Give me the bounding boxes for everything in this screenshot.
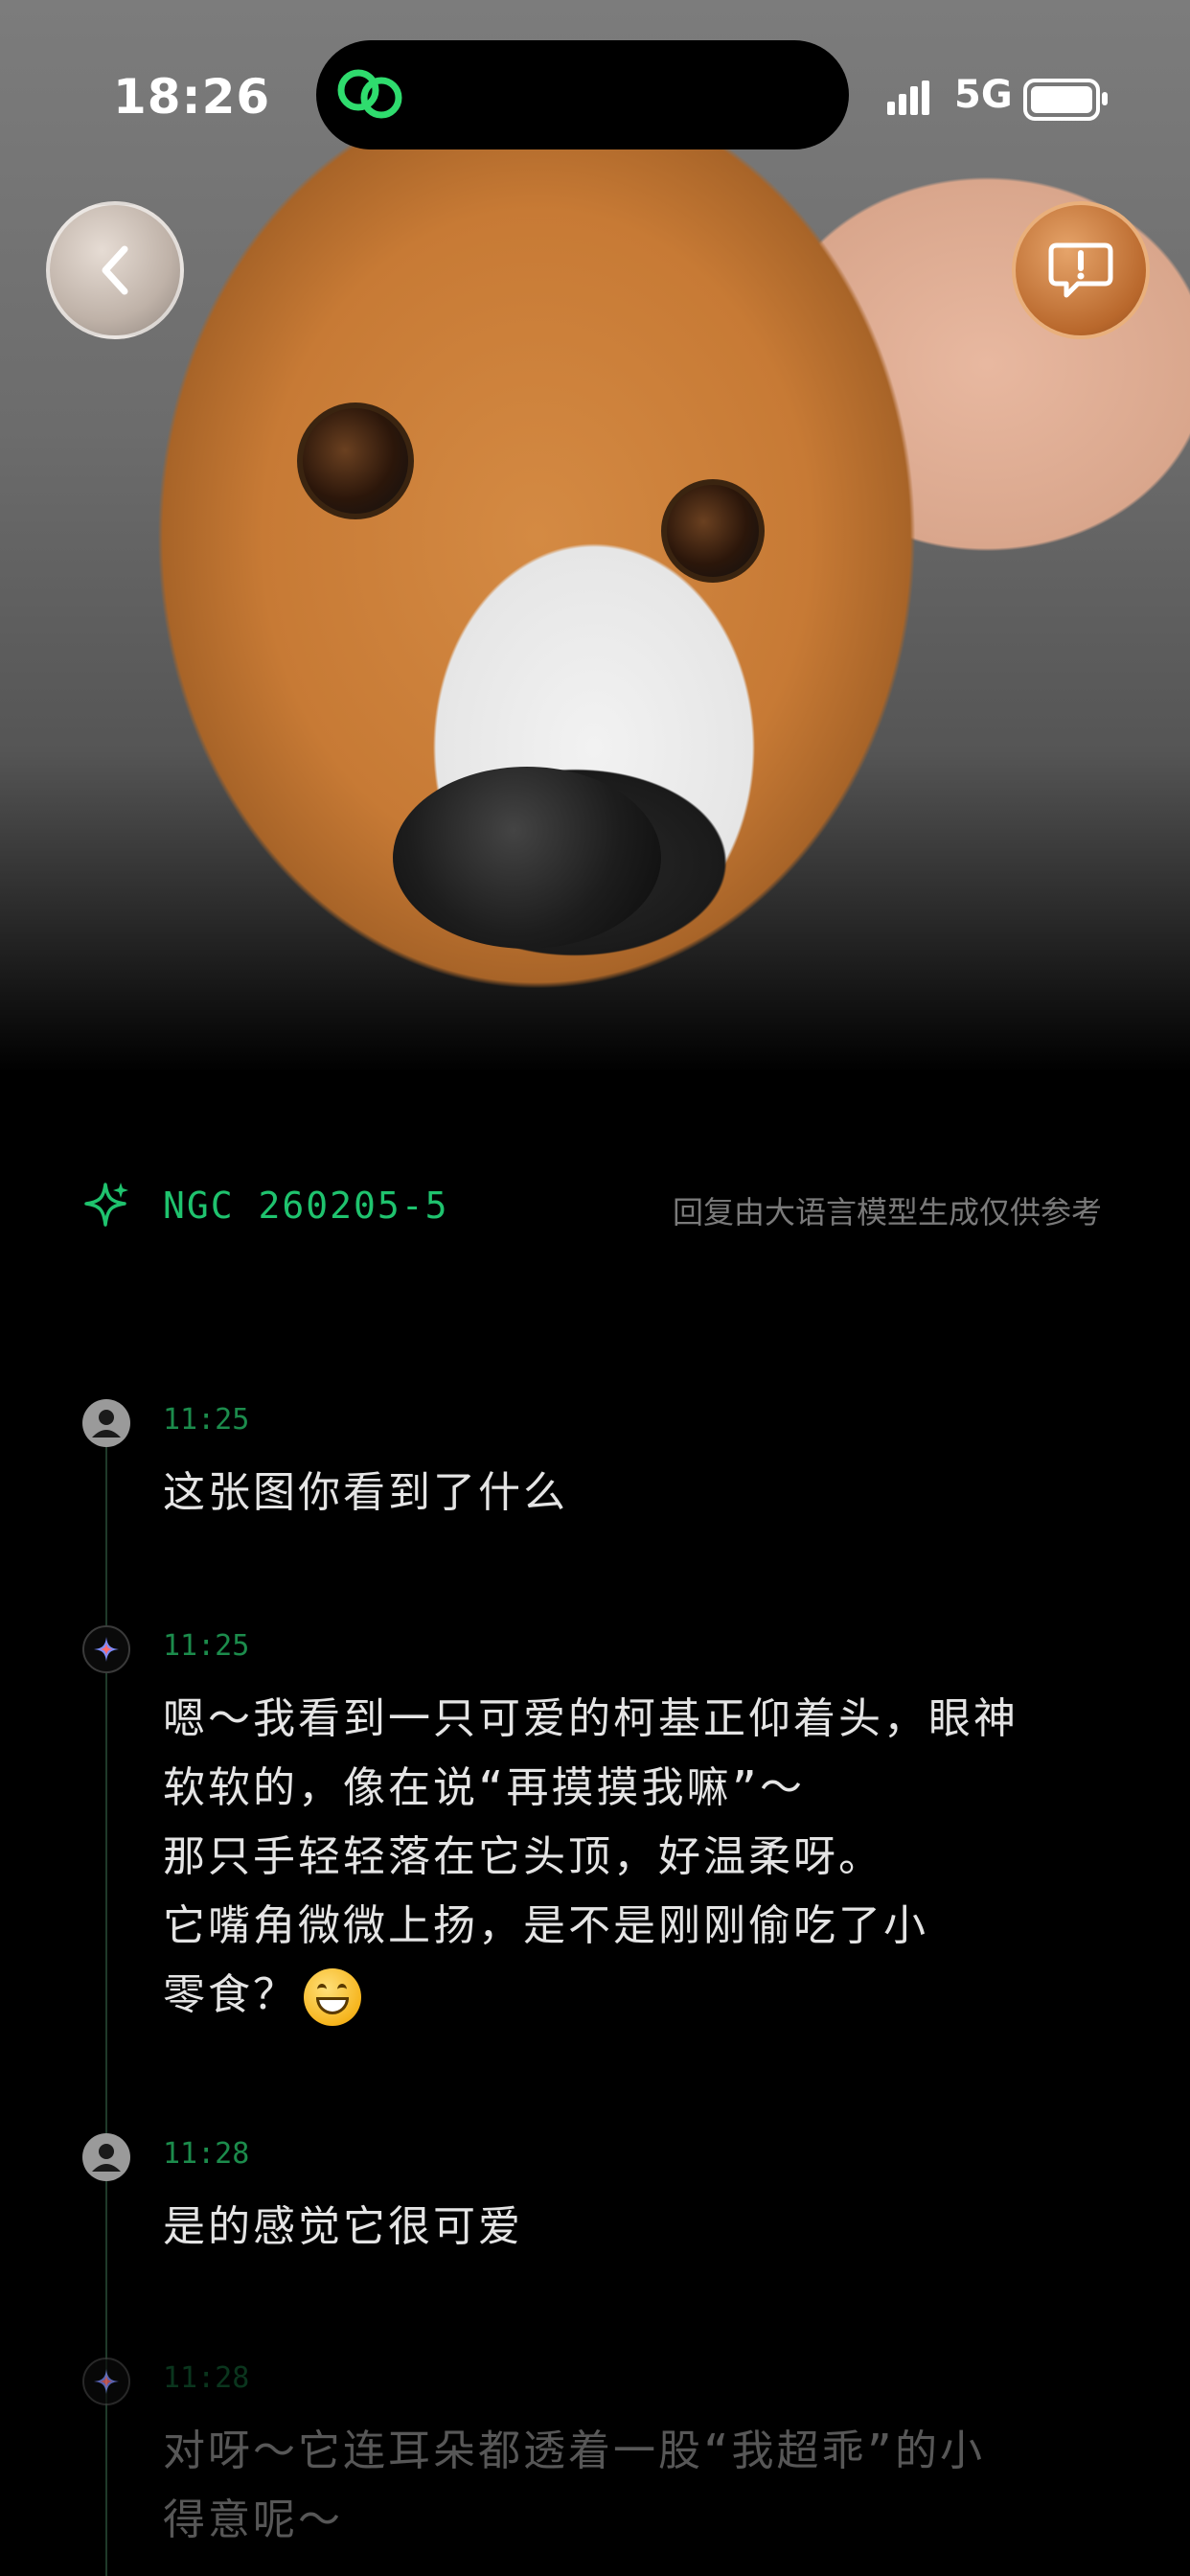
message-time: 11:25 (163, 1629, 250, 1663)
back-button[interactable] (46, 201, 184, 339)
dog-left-eye (297, 402, 414, 519)
grinning-face-icon (304, 1968, 361, 2026)
model-header: NGC 260205-5 回复由大语言模型生成仅供参考 (0, 1181, 1190, 1238)
battery-icon (1023, 79, 1108, 121)
model-name: NGC 260205-5 (163, 1184, 449, 1227)
network-type: 5G (954, 73, 1013, 117)
chevron-left-icon (102, 245, 128, 295)
message-text: 对呀～它连耳朵都透着一股“我超乖”的小 得意呢～ (163, 2426, 985, 2544)
status-bar: 18:26 5G (0, 40, 1190, 150)
user-avatar-icon (82, 1399, 130, 1447)
feedback-button[interactable] (1012, 201, 1150, 339)
message-time: 11:25 (163, 1403, 250, 1437)
sparkle-icon (84, 1183, 128, 1227)
message-body: 嗯～我看到一只可爱的柯基正仰着头，眼神 软软的，像在说“再摸摸我嘛”～ 那只手轻… (163, 1694, 1018, 2019)
message-text: 这张图你看到了什么 (163, 1468, 568, 1517)
message-time: 11:28 (163, 2137, 250, 2171)
message-text: 是的感觉它很可爱 (163, 2202, 523, 2251)
message-text: 嗯～我看到一只可爱的柯基正仰着头，眼神 软软的，像在说“再摸摸我嘛”～ 那只手轻… (163, 1685, 1073, 2030)
status-time: 18:26 (113, 69, 271, 125)
dog-nose (393, 767, 661, 949)
ai-star-icon (82, 2358, 130, 2405)
ai-star-icon (82, 1625, 130, 1673)
message-time: 11:28 (163, 2361, 250, 2395)
dynamic-island (316, 40, 849, 150)
user-avatar-icon (82, 2133, 130, 2181)
hero-photo (0, 0, 1190, 1073)
exclamation-bubble-icon (1048, 242, 1113, 298)
link-icon (337, 69, 402, 119)
signal-icon (887, 80, 933, 115)
dog-right-eye (661, 479, 765, 583)
ai-disclaimer: 回复由大语言模型生成仅供参考 (672, 1194, 1102, 1230)
